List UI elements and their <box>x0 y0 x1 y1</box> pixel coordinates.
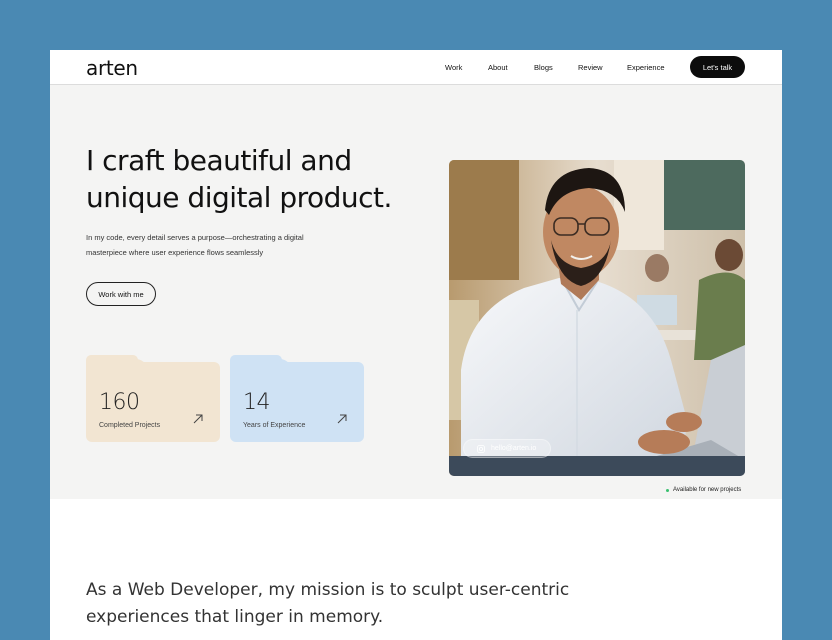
mission-line-1: As a Web Developer, my mission is to scu… <box>86 580 570 600</box>
mission-statement: As a Web Developer, my mission is to scu… <box>86 577 646 631</box>
nav-link-work[interactable]: Work <box>445 63 462 72</box>
hero-headline: I craft beautiful and unique digital pro… <box>86 142 426 216</box>
logo[interactable]: arten <box>86 56 138 80</box>
availability-status: Available for new projects <box>666 487 741 493</box>
nav-link-review[interactable]: Review <box>578 63 603 72</box>
stat-card-projects: 160 Completed Projects <box>86 355 220 442</box>
headline-line-2: unique digital product. <box>86 181 392 214</box>
mission-line-2: experiences that linger in memory. <box>86 607 384 627</box>
instagram-icon <box>477 444 485 453</box>
nav-link-blogs[interactable]: Blogs <box>534 63 553 72</box>
lets-talk-button[interactable]: Let's talk <box>690 56 745 78</box>
stat-card-experience: 14 Years of Experience <box>230 355 364 442</box>
hero-subtitle: In my code, every detail serves a purpos… <box>86 233 304 257</box>
headline-line-1: I craft beautiful and <box>86 144 352 177</box>
hero-section: I craft beautiful and unique digital pro… <box>50 85 782 499</box>
arrow-up-right-icon[interactable] <box>192 413 204 425</box>
stat-value: 14 <box>243 390 271 415</box>
status-dot-icon <box>666 488 669 492</box>
stat-value: 160 <box>99 390 140 415</box>
email-address: hello@arten.io <box>491 445 537 452</box>
stat-label: Years of Experience <box>243 422 306 429</box>
availability-label: Available for new projects <box>673 487 742 493</box>
stat-label: Completed Projects <box>99 422 161 429</box>
webpage: arten Work About Blogs Review Experience… <box>50 50 782 640</box>
nav-link-about[interactable]: About <box>488 63 508 72</box>
nav-link-experience[interactable]: Experience <box>627 63 665 72</box>
email-pill[interactable]: hello@arten.io <box>463 439 551 458</box>
top-navigation: arten Work About Blogs Review Experience… <box>50 50 782 85</box>
work-with-me-button[interactable]: Work with me <box>86 282 156 306</box>
portrait-illustration <box>449 160 745 476</box>
arrow-up-right-icon[interactable] <box>336 413 348 425</box>
portrait-photo: hello@arten.io <box>449 160 745 476</box>
